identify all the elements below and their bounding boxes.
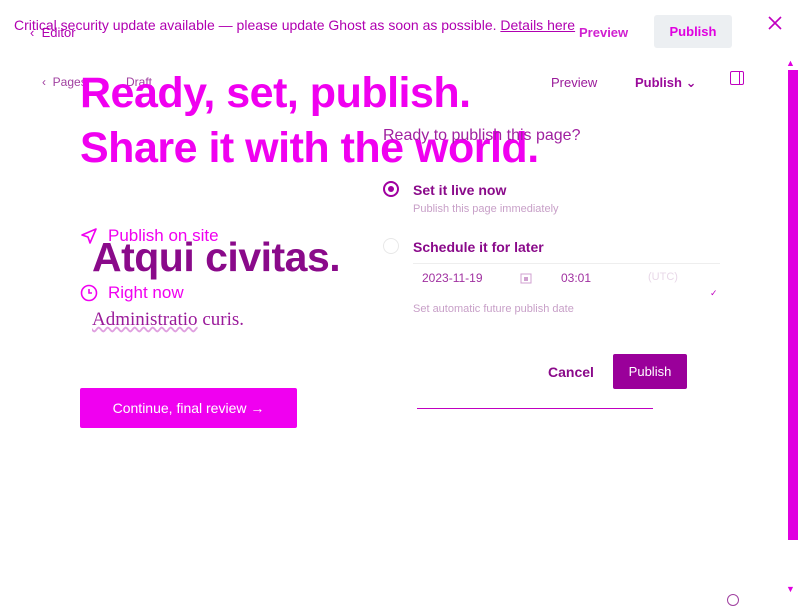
publish-on-site-label: Publish on site — [108, 226, 219, 245]
back-label: Editor — [41, 25, 76, 40]
live-now-label[interactable]: Set it live now — [413, 182, 506, 198]
excerpt-rest: curis. — [197, 309, 244, 330]
page-title: Ready, set, publish. Share it with the w… — [80, 66, 539, 176]
divider — [417, 408, 653, 409]
date-input[interactable]: 2023-11-19 — [422, 271, 483, 285]
publish-question: Ready to publish this page? — [383, 127, 581, 144]
sidebar-toggle-icon[interactable] — [730, 71, 744, 85]
divider — [413, 263, 720, 264]
preview-button[interactable]: Preview — [579, 25, 628, 40]
back-to-editor-button[interactable]: ‹ Editor — [30, 25, 76, 40]
banner-details-link[interactable]: Details here — [500, 17, 575, 33]
time-input[interactable]: 03:01 — [561, 271, 591, 285]
schedule-description: Set automatic future publish date — [413, 303, 574, 315]
cancel-button[interactable]: Cancel — [548, 364, 594, 380]
schedule-later-label[interactable]: Schedule it for later — [413, 239, 544, 255]
calendar-icon[interactable] — [520, 272, 532, 284]
help-icon[interactable] — [727, 594, 739, 606]
chevron-down-icon: ✓ — [710, 288, 718, 298]
continue-button[interactable]: Continue, final review → — [80, 388, 297, 428]
right-now-label: Right now — [108, 283, 184, 302]
right-now-option[interactable]: Right now — [80, 283, 184, 303]
publish-button[interactable]: Publish — [613, 354, 687, 389]
publish-on-site-option[interactable]: Publish on site — [80, 226, 219, 246]
editor-publish-label: Publish — [635, 75, 682, 90]
banner-message: Critical security update available — ple… — [14, 17, 497, 33]
chevron-down-icon: ⌄ — [685, 75, 697, 90]
send-icon — [81, 228, 97, 244]
radio-schedule-later[interactable] — [383, 238, 399, 254]
editor-preview-button[interactable]: Preview — [551, 75, 597, 90]
publish-top-button[interactable]: Publish — [654, 15, 732, 48]
scroll-down-icon[interactable]: ▼ — [786, 584, 795, 594]
radio-live-now[interactable] — [383, 181, 399, 197]
headline-line1: Ready, set, publish. — [80, 69, 471, 117]
scroll-up-icon[interactable]: ▲ — [786, 58, 795, 68]
scrollbar-thumb[interactable] — [788, 70, 798, 540]
security-banner: Critical security update available — ple… — [14, 17, 575, 33]
clock-icon — [80, 284, 98, 302]
excerpt-word: Administratio — [92, 309, 198, 330]
editor-publish-button[interactable]: Publish ⌄ — [635, 75, 696, 91]
close-icon[interactable] — [766, 14, 784, 32]
timezone-label: (UTC) — [648, 271, 678, 283]
live-now-description: Publish this page immediately — [413, 203, 559, 215]
post-excerpt[interactable]: Administratio curis. — [92, 309, 244, 331]
